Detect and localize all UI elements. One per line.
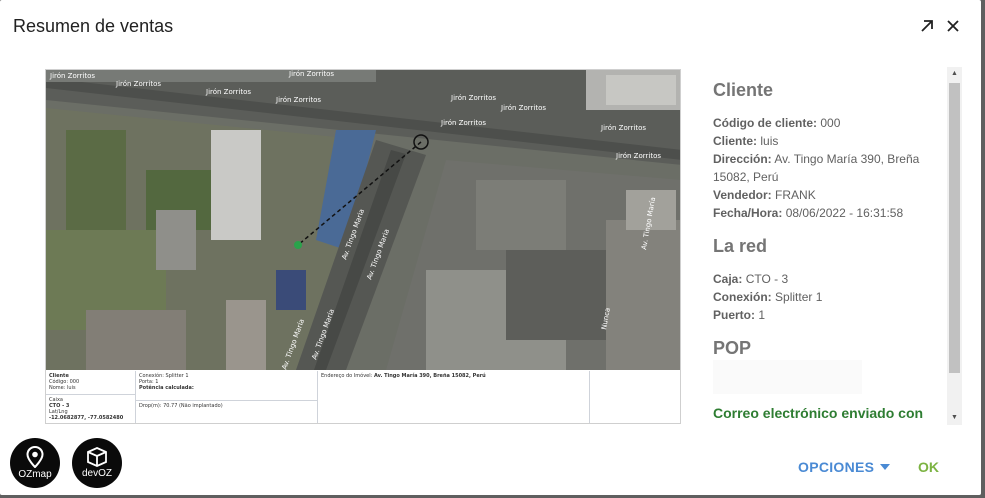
map-street-label: Jirón Zorritos [500,104,546,112]
info-cliente: Cliente: luis [713,134,779,148]
info-caja: Caja: CTO - 3 [713,272,789,286]
info-direccion: Dirección: Av. Tingo María 390, Breña 15… [713,152,920,184]
map-pin-icon [26,446,44,468]
info-scrollbar[interactable]: ▲ ▼ [947,67,962,425]
ok-button[interactable]: OK [910,455,947,479]
receipt-cell-empty [590,371,680,423]
receipt-cell-conexion: Conexión: Splitter 1 Porta: 1 Potência c… [136,371,318,401]
info-conexion: Conexión: Splitter 1 [713,290,823,304]
receipt-cell-endereco: Endereço do Imóvel: Av. Tingo María 390,… [318,371,590,423]
map-street-label: Jirón Zorritos [275,96,321,104]
devoz-logo-text: devOZ [81,468,112,479]
dialog-title: Resumen de ventas [13,16,174,36]
options-button[interactable]: OPCIONES [790,455,898,479]
backdrop-edge [981,0,985,498]
receipt-cell-drop: Drop(m): 70.77 (Não implantado) [136,401,318,423]
info-puerto: Puerto: 1 [713,308,766,322]
sale-preview-image: Jirón Zorritos Jirón Zorritos Jirón Zorr… [45,69,681,424]
info-vendedor: Vendedor: FRANK [713,188,816,202]
satellite-map: Jirón Zorritos Jirón Zorritos Jirón Zorr… [46,70,680,370]
scrollbar-thumb[interactable] [949,83,960,373]
info-fecha: Fecha/Hora: 08/06/2022 - 16:31:58 [713,206,904,220]
map-street-label: Jirón Zorritos [205,88,251,96]
options-button-label: OPCIONES [798,459,875,475]
pop-placeholder [713,360,862,394]
scroll-down-icon[interactable]: ▼ [947,411,962,425]
caret-down-icon [880,464,891,470]
close-icon [947,20,959,32]
map-street-label: Jirón Zorritos [600,124,646,132]
sale-receipt-table: Cliente Código: 000 Nome: luis Caixa CTO… [46,371,680,423]
section-title-red: La red [713,236,768,256]
box-icon [87,447,107,467]
map-street-label: Jirón Zorritos [115,80,161,88]
map-street-label: Jirón Zorritos [450,94,496,102]
info-codigo: Código de cliente: 000 [713,116,841,130]
scroll-up-icon[interactable]: ▲ [947,67,962,81]
sales-summary-dialog: Resumen de ventas Jirón Zorritos Jirón Z… [0,0,981,495]
ozmap-logo-text: OZmap [18,469,52,480]
receipt-cell-cliente: Cliente Código: 000 Nome: luis [46,371,136,395]
email-success-message: Correo electrónico enviado con éxito! [713,405,924,425]
dialog-header: Resumen de ventas [0,0,981,52]
sale-info-panel: Cliente Código de cliente: 000 Cliente: … [705,69,945,425]
receipt-cell-caixa: Caixa CTO - 3 Lat/Lng -12.0682877, -77.0… [46,395,136,423]
map-street-label: Jirón Zorritos [288,70,334,78]
section-title-cliente: Cliente [713,80,774,100]
ozmap-logo: OZmap [10,438,60,488]
devoz-logo: devOZ [72,438,122,488]
ok-button-label: OK [918,459,939,475]
map-street-label: Jirón Zorritos [615,152,661,160]
map-street-label: Jirón Zorritos [49,72,95,80]
expand-arrow-icon [921,20,933,32]
map-street-label: Jirón Zorritos [440,119,486,127]
expand-button[interactable] [916,15,938,37]
section-title-pop: POP [713,338,752,358]
close-button[interactable] [942,15,964,37]
